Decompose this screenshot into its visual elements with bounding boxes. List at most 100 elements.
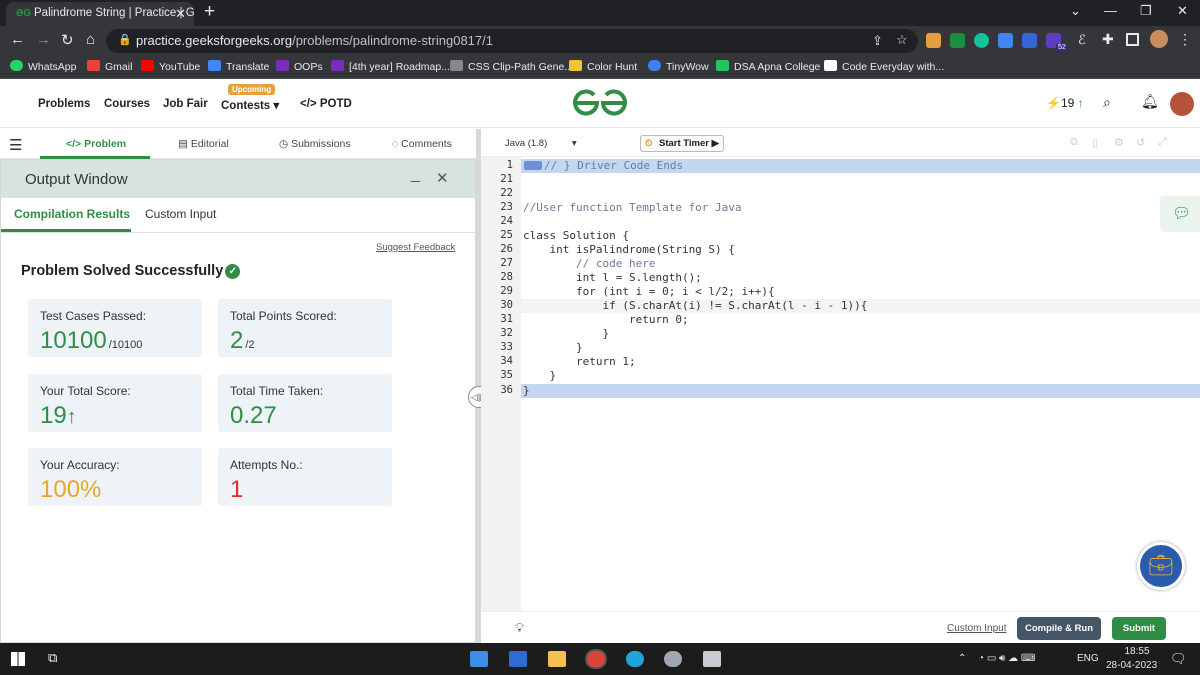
bookmark-label: WhatsApp <box>28 61 77 73</box>
fullscreen-icon[interactable]: ⤢ <box>1158 136 1167 149</box>
tab-compilation-results[interactable]: Compilation Results <box>14 207 130 221</box>
tab-problem[interactable]: </> Problem <box>66 138 126 150</box>
status-text: Problem Solved Successfully <box>21 263 224 279</box>
forward-icon[interactable]: → <box>36 31 51 48</box>
nav-contests[interactable]: Contests ▾ <box>221 98 279 112</box>
reset-icon[interactable]: ↺ <box>1136 136 1145 149</box>
submit-button[interactable]: Submit <box>1112 617 1166 640</box>
tray-chevron-icon[interactable]: ⌃ <box>958 653 966 664</box>
bookmark-gmail[interactable]: Gmail <box>87 60 132 73</box>
code-line: return 1; <box>523 355 636 368</box>
notion-icon <box>824 60 837 71</box>
nav-job-fair[interactable]: Job Fair <box>163 98 208 110</box>
back-icon[interactable]: ← <box>10 31 25 48</box>
bolt-icon: ⚡ <box>1046 96 1061 110</box>
clock-time[interactable]: 18:55 <box>1117 646 1157 657</box>
bookmark-icon <box>716 60 729 71</box>
tab-search-icon[interactable]: ⌄ <box>1070 3 1081 19</box>
compile-run-button[interactable]: Compile & Run <box>1017 617 1101 640</box>
bookmark-translate[interactable]: Translate <box>208 60 269 73</box>
gfg-logo[interactable] <box>572 88 628 118</box>
reload-icon[interactable]: ↻ <box>61 31 74 49</box>
code-line: } <box>523 384 530 397</box>
extension-icon[interactable]: ℰ <box>1078 32 1086 48</box>
edge-icon[interactable] <box>626 651 644 667</box>
bookmark-color-hunt[interactable]: Color Hunt <box>569 60 637 73</box>
close-tab-icon[interactable]: ✕ <box>175 6 186 22</box>
suggest-feedback-link[interactable]: Suggest Feedback <box>376 242 455 253</box>
windows-start-icon[interactable] <box>11 652 25 666</box>
hamburger-menu-icon[interactable]: ☰ <box>9 136 22 154</box>
close-window-icon[interactable]: ✕ <box>1177 3 1188 19</box>
stat-label: Total Points Scored: <box>230 309 337 323</box>
bookmark-css-clip-path[interactable]: CSS Clip-Path Gene... <box>450 60 573 73</box>
nav-potd[interactable]: </> POTD <box>300 98 352 110</box>
settings-gear-icon[interactable] <box>664 651 682 667</box>
copy-icon[interactable]: ⧉ <box>1070 136 1078 149</box>
extension-icon[interactable] <box>926 33 941 48</box>
store-icon[interactable] <box>509 651 527 667</box>
browser-tab[interactable]: ƏG Palindrome String | Practice | Gee ✕ <box>6 2 194 26</box>
share-icon[interactable]: ⇪ <box>872 33 883 49</box>
tab-custom-input[interactable]: Custom Input <box>145 207 216 221</box>
tray-icons[interactable]: ◔ ▭ 🔊︎ ☁ ⌨ <box>978 653 1035 664</box>
address-input[interactable]: 🔒 practice.geeksforgeeks.org/problems/pa… <box>106 29 918 53</box>
bookmark-dsa-apna[interactable]: DSA Apna College <box>716 60 820 73</box>
gfg-favicon-icon: ƏG <box>16 8 32 19</box>
chrome-icon[interactable] <box>587 651 605 667</box>
file-icon[interactable]: ▯ <box>1092 136 1098 149</box>
extensions-puzzle-icon[interactable]: ✚ <box>1102 31 1114 48</box>
minimize-icon[interactable]: _ <box>411 166 420 184</box>
bookmark-roadmap[interactable]: [4th year] Roadmap... <box>331 60 450 73</box>
nav-courses[interactable]: Courses <box>104 98 150 110</box>
extension-icon[interactable] <box>1022 33 1037 48</box>
nav-problems[interactable]: Problems <box>38 98 90 110</box>
language-select[interactable]: Java (1.8) ▾ <box>505 138 577 149</box>
file-explorer-icon[interactable] <box>548 651 566 667</box>
bookmark-code-everyday[interactable]: Code Everyday with... <box>824 60 944 73</box>
mail-icon[interactable] <box>470 651 488 667</box>
start-timer-button[interactable]: ⏲ Start Timer ▶ <box>640 135 724 152</box>
avatar[interactable] <box>1170 92 1194 116</box>
home-icon[interactable]: ⌂ <box>86 31 95 48</box>
task-view-icon[interactable]: ⧉ <box>48 650 57 666</box>
custom-input-link[interactable]: Custom Input <box>947 623 1006 634</box>
bookmark-star-icon[interactable]: ☆ <box>896 32 908 48</box>
sidepanel-icon[interactable] <box>1126 33 1139 46</box>
search-icon[interactable]: ⌕ <box>1103 94 1111 111</box>
grammarly-icon[interactable] <box>974 33 989 48</box>
tab-editorial[interactable]: ▤ Editorial <box>178 138 229 150</box>
bookmark-tinywow[interactable]: TinyWow <box>648 60 709 73</box>
app-icon[interactable] <box>703 651 721 667</box>
close-icon[interactable]: ✕ <box>436 169 449 187</box>
bookmark-whatsapp[interactable]: WhatsApp <box>10 60 76 73</box>
streak-counter[interactable]: ⚡19 ↑ <box>1046 96 1084 110</box>
stat-card-total-score: Your Total Score: 19↑ <box>28 374 202 432</box>
extension-icon[interactable] <box>998 33 1013 48</box>
stat-number: 19 <box>40 402 67 429</box>
tab-comments[interactable]: ◌ Comments <box>392 138 452 150</box>
tab-submissions[interactable]: ◷ Submissions <box>279 138 351 150</box>
chat-icon[interactable]: 💬︎ <box>1160 196 1200 232</box>
status-message: Problem Solved Successfully ✓ <box>21 263 241 279</box>
notification-icon[interactable]: 🗨︎ <box>1170 651 1187 667</box>
arrow-up-icon: ↑ <box>1077 96 1084 110</box>
stat-value: 10100/10100 <box>40 327 142 355</box>
bell-icon[interactable]: 🔔︎ <box>1141 93 1159 110</box>
bookmark-youtube[interactable]: YouTube <box>141 60 200 73</box>
youtube-icon <box>141 60 154 71</box>
clock-date[interactable]: 28-04-2023 <box>1106 660 1157 671</box>
restore-icon[interactable]: ❐ <box>1140 3 1152 19</box>
profile-avatar[interactable] <box>1150 30 1168 48</box>
bookmark-oops[interactable]: OOPs <box>276 60 323 73</box>
new-tab-icon[interactable]: + <box>204 1 215 23</box>
settings-icon[interactable]: ⚙ <box>1114 136 1124 149</box>
chrome-menu-icon[interactable]: ⋮ <box>1178 31 1192 48</box>
fold-marker-icon[interactable] <box>524 161 542 170</box>
lightbulb-icon[interactable]: 💡︎ <box>515 620 524 636</box>
bookmark-label: Color Hunt <box>587 61 638 73</box>
language-indicator[interactable]: ENG <box>1077 653 1099 664</box>
extension-icon[interactable] <box>950 33 965 48</box>
minimize-icon[interactable]: — <box>1104 3 1117 18</box>
briefcase-icon[interactable]: 💼︎ <box>1137 542 1185 590</box>
